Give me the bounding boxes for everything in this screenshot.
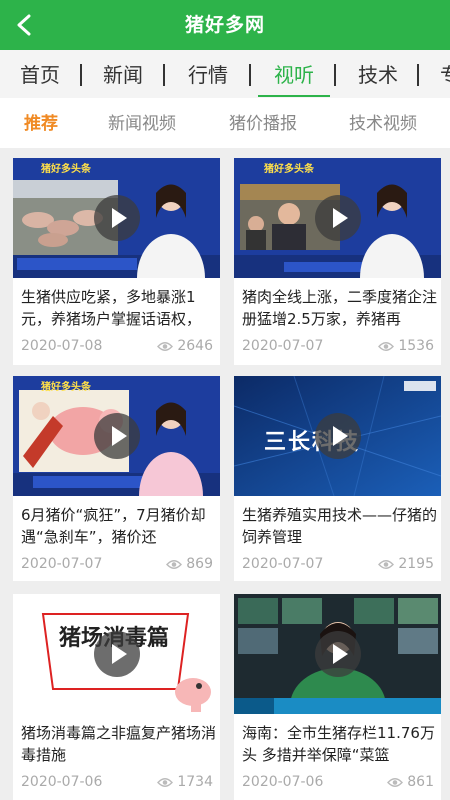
view-count: 1536 xyxy=(378,338,434,354)
video-meta: 2020-07-08 2646 xyxy=(21,338,213,358)
video-title: 海南：全市生猪存栏11.76万头 多措并举保障“菜篮 xyxy=(242,724,435,764)
view-count-value: 2195 xyxy=(398,556,434,572)
eye-icon xyxy=(378,341,395,351)
video-grid: 猪好多头条 生猪供应吃紧，多地暴涨1元，养猪场户掌握话语权， 2020-07-0… xyxy=(0,148,450,800)
video-title: 生猪供应吃紧，多地暴涨1元，养猪场户掌握话语权， xyxy=(21,288,202,328)
play-icon[interactable] xyxy=(315,631,361,677)
view-count: 1734 xyxy=(157,774,213,790)
video-thumbnail: 猪好多头条 xyxy=(234,158,441,278)
view-count-value: 1536 xyxy=(398,338,434,354)
video-thumbnail: 猪场消毒篇 xyxy=(13,594,220,714)
tab-tech[interactable]: 技术 xyxy=(356,50,400,98)
video-date: 2020-07-08 xyxy=(21,338,103,354)
thumbnail-brand-text: 猪好多头条 xyxy=(264,164,314,175)
eye-icon xyxy=(157,777,174,787)
subtab-recommend[interactable]: 推荐 xyxy=(24,98,58,148)
play-icon[interactable] xyxy=(315,413,361,459)
tab-home[interactable]: 首页 xyxy=(18,50,62,98)
video-date: 2020-07-07 xyxy=(242,338,324,354)
video-date: 2020-07-07 xyxy=(21,556,103,572)
app-header: 猪好多网 xyxy=(0,0,450,50)
video-card[interactable]: 猪好多头条 6月猪价“疯狂”，7月猪价却遇“急刹车”，猪价还 2020-07-0… xyxy=(13,376,220,581)
video-thumbnail xyxy=(234,594,441,714)
video-card[interactable]: 海南：全市生猪存栏11.76万头 多措并举保障“菜篮 2020-07-06 86… xyxy=(234,594,441,800)
video-meta: 2020-07-07 2195 xyxy=(242,556,434,576)
video-date: 2020-07-06 xyxy=(21,774,103,790)
video-card[interactable]: 猪好多头条 猪肉全线上涨，二季度猪企注册猛增2.5万家，养猪再 2020-07-… xyxy=(234,158,441,365)
video-meta: 2020-07-07 1536 xyxy=(242,338,434,358)
video-date: 2020-07-07 xyxy=(242,556,324,572)
view-count-value: 861 xyxy=(407,774,434,790)
video-thumbnail: 三长科技 xyxy=(234,376,441,496)
video-title: 猪肉全线上涨，二季度猪企注册猛增2.5万家，养猪再 xyxy=(242,288,438,328)
tab-divider xyxy=(417,64,419,86)
video-meta: 2020-07-06 861 xyxy=(242,774,434,794)
category-nav: 首页 新闻 行情 视听 技术 专 xyxy=(0,50,450,98)
video-title: 猪场消毒篇之非瘟复产猪场消毒措施 xyxy=(21,724,217,764)
play-icon[interactable] xyxy=(94,631,140,677)
video-title: 6月猪价“疯狂”，7月猪价却遇“急刹车”，猪价还 xyxy=(21,506,206,546)
video-title: 生猪养殖实用技术——仔猪的饲养管理 xyxy=(242,506,438,546)
video-date: 2020-07-06 xyxy=(242,774,324,790)
tab-news[interactable]: 新闻 xyxy=(101,50,145,98)
subtab-tech-video[interactable]: 技术视频 xyxy=(349,98,417,148)
eye-icon xyxy=(166,559,183,569)
page-title: 猪好多网 xyxy=(184,14,265,36)
video-subtabs: 推荐 新闻视频 猪价播报 技术视频 xyxy=(0,98,450,148)
tab-divider xyxy=(163,64,165,86)
view-count: 2646 xyxy=(157,338,213,354)
video-card[interactable]: 猪场消毒篇 猪场消毒篇之非瘟复产猪场消毒措施 2020-07-06 1734 xyxy=(13,594,220,800)
video-card[interactable]: 猪好多头条 生猪供应吃紧，多地暴涨1元，养猪场户掌握话语权， 2020-07-0… xyxy=(13,158,220,365)
eye-icon xyxy=(387,777,404,787)
view-count: 869 xyxy=(166,556,213,572)
thumbnail-brand-text: 猪好多头条 xyxy=(41,164,91,175)
tab-video[interactable]: 视听 xyxy=(258,50,330,98)
view-count: 861 xyxy=(387,774,434,790)
subtab-news-video[interactable]: 新闻视频 xyxy=(108,98,176,148)
video-card[interactable]: 三长科技 生猪养殖实用技术——仔猪的饲养管理 2020-07-07 2195 xyxy=(234,376,441,581)
play-icon[interactable] xyxy=(94,413,140,459)
tab-divider xyxy=(80,64,82,86)
subtab-price-report[interactable]: 猪价播报 xyxy=(229,98,297,148)
view-count: 2195 xyxy=(378,556,434,572)
tab-divider xyxy=(249,64,251,86)
eye-icon xyxy=(157,341,174,351)
video-thumbnail: 猪好多头条 xyxy=(13,376,220,496)
play-icon[interactable] xyxy=(94,195,140,241)
thumbnail-brand-text: 猪好多头条 xyxy=(41,382,91,393)
video-meta: 2020-07-07 869 xyxy=(21,556,213,576)
play-icon[interactable] xyxy=(315,195,361,241)
view-count-value: 869 xyxy=(186,556,213,572)
view-count-value: 1734 xyxy=(177,774,213,790)
tab-market[interactable]: 行情 xyxy=(186,50,230,98)
video-thumbnail: 猪好多头条 xyxy=(13,158,220,278)
view-count-value: 2646 xyxy=(177,338,213,354)
tab-divider xyxy=(334,64,336,86)
video-meta: 2020-07-06 1734 xyxy=(21,774,213,794)
eye-icon xyxy=(378,559,395,569)
tab-special[interactable]: 专 xyxy=(439,50,450,98)
